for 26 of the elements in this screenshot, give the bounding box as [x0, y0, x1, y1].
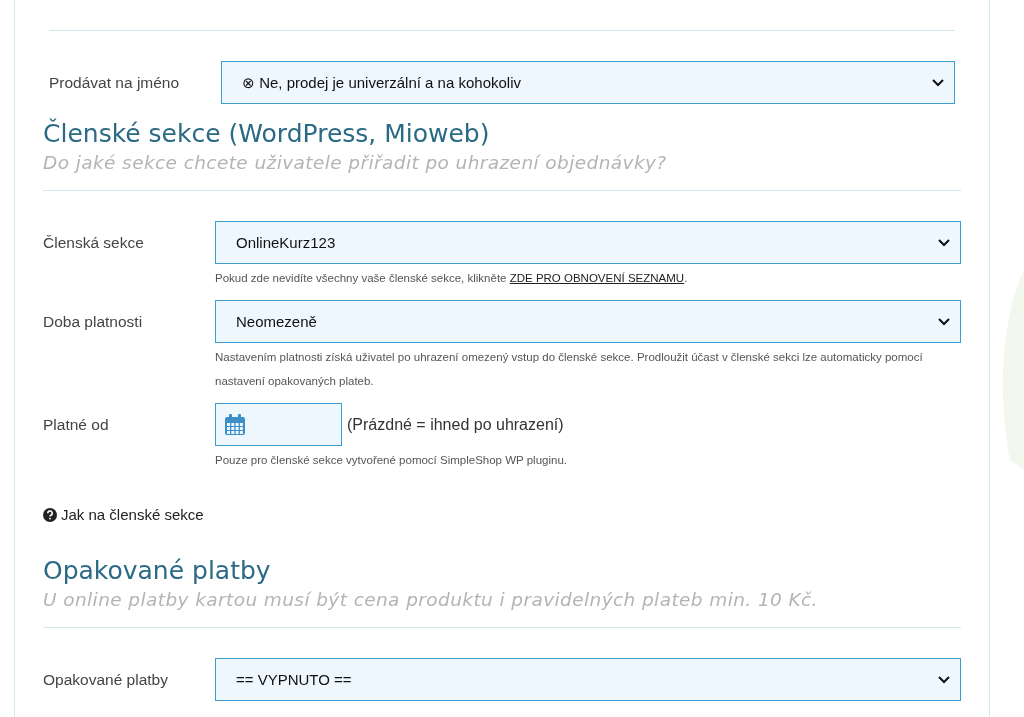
question-icon	[43, 507, 57, 522]
section-subtitle: U online platby kartou musí být cena produktu i pravidelných plateb min. 10 Kč.	[43, 588, 819, 612]
caret-icon	[938, 317, 950, 326]
help-link[interactable]: Jak na členské sekce	[43, 506, 204, 523]
field-note: (Prázdné = ihned po uhrazení)	[347, 415, 564, 434]
field-label: Doba platnosti	[43, 312, 144, 332]
help-text: Pouze pro členské sekce vytvořené pomocí SimpleShop WP pluginu.	[215, 453, 568, 468]
field-label: Platné od	[43, 415, 110, 435]
help-text: Nastavením platnosti získá uživatel po uhrazení omezený vstup do členské sekce. Prodloužit účast v členské sekci lze automaticky pomocí nastavení opakovaných plateb.	[215, 350, 924, 389]
section-title: Členské sekce (WordPress, Mioweb)	[43, 117, 491, 150]
field-label: Členská sekce	[43, 233, 145, 253]
caret-icon	[938, 238, 950, 247]
calendar-icon	[224, 413, 246, 436]
dropdown[interactable]: Neomezeně	[215, 300, 961, 343]
date-field[interactable]	[215, 403, 342, 446]
field-label: Opakované platby	[43, 670, 169, 690]
section-title: Opakované platby	[43, 555, 272, 587]
field-label: Prodávat na jméno	[49, 73, 181, 93]
section-subtitle: Do jaké sekce chcete uživatele přiřadit po uhrazení objednávky?	[43, 151, 668, 175]
dropdown[interactable]: OnlineKurz123	[215, 221, 961, 264]
caret-icon	[938, 675, 950, 684]
refresh-list-link[interactable]: ZDE PRO OBNOVENÍ SEZNAMU	[509, 272, 685, 284]
help-text: Pokud zde nevidíte všechny vaše členské sekce, klikněte ZDE PRO OBNOVENÍ SEZNAMU.	[215, 271, 689, 286]
caret-icon	[932, 78, 944, 87]
dropdown[interactable]: == VYPNUTO ==	[215, 658, 961, 701]
dropdown[interactable]: ⊗ Ne, prodej je univerzální a na kohokoliv	[221, 61, 955, 104]
